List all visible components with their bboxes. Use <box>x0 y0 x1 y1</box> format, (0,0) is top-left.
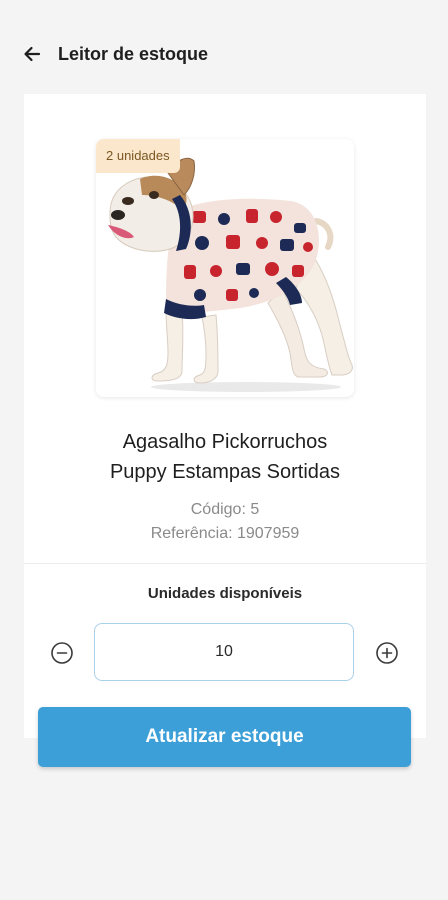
minus-circle-icon <box>51 642 73 664</box>
product-name-line-1: Agasalho Pickorruchos <box>122 431 328 453</box>
back-button[interactable] <box>18 40 46 68</box>
product-name-line-2: Puppy Estampas Sortidas <box>109 461 341 483</box>
plus-circle-icon <box>376 642 398 664</box>
divider <box>24 563 426 564</box>
product-code: Código: 5 <box>190 501 260 518</box>
arrow-left-icon <box>24 46 41 62</box>
increase-button[interactable] <box>374 640 400 666</box>
product-reference: Referência: 1907959 <box>150 525 300 542</box>
product-image: 2 unidades <box>96 139 354 397</box>
app-header: Leitor de estoque <box>0 28 448 80</box>
units-badge: 2 unidades <box>96 139 180 173</box>
dog-sweater-illustration <box>108 157 353 392</box>
product-card: 2 unidades Agasalho Pickorruchos Puppy E… <box>24 94 426 738</box>
page-title: Leitor de estoque <box>58 44 209 64</box>
update-stock-button[interactable]: Atualizar estoque <box>38 707 411 767</box>
available-units-label: Unidades disponíveis <box>147 585 303 602</box>
product-name: Agasalho Pickorruchos Puppy Estampas Sor… <box>24 427 426 487</box>
decrease-button[interactable] <box>49 640 75 666</box>
quantity-input[interactable] <box>94 623 354 681</box>
